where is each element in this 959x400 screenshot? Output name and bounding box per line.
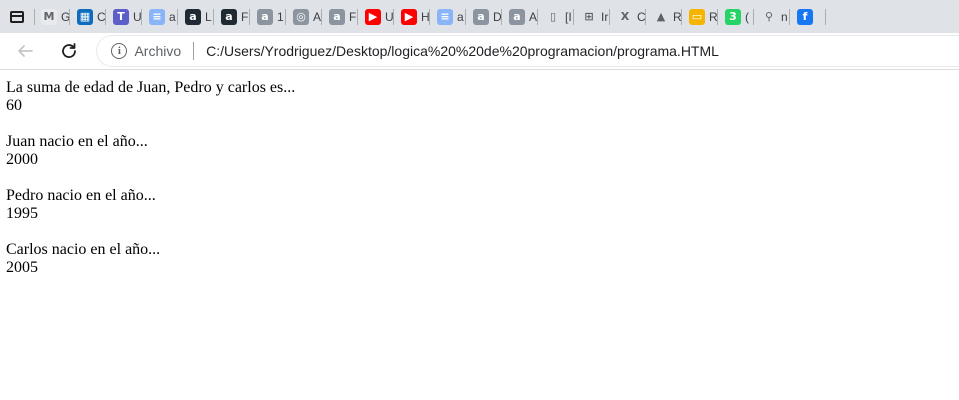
tab-title: a [457,9,464,24]
tab-title: [I [565,9,572,24]
google-slides-icon: ▭ [689,8,705,25]
browser-tab[interactable]: ◎ A [286,0,322,33]
a-letter-icon: a [221,8,237,25]
tab-title: A [529,9,538,24]
sum-value: 60 [6,97,22,114]
address-bar-divider [193,42,195,60]
back-button[interactable] [11,37,39,65]
facebook-icon: f [797,8,813,25]
reload-icon [61,43,76,58]
tab-title: U [133,9,142,24]
info-icon[interactable]: i [111,43,128,59]
browser-tab[interactable]: ▭ R [682,0,718,33]
a-letter-icon: a [257,8,273,25]
a-letter-icon: a [185,8,201,25]
search-icon: ⚲ [761,8,777,25]
tab-title: R [709,9,718,24]
a-letter-icon: a [509,8,525,25]
github-icon: ◎ [293,8,309,25]
browser-tab[interactable]: aD [466,0,502,33]
browser-tab[interactable]: TU [106,0,142,33]
tab-title: U [385,9,394,24]
google-docs-icon: ≡ [149,8,165,25]
tab-title: F [349,9,357,24]
youtube-icon: ▶ [401,8,417,25]
browser-tab[interactable]: ⊞ Ir [574,0,610,33]
google-docs-icon: ≡ [437,8,453,25]
tab-title: a [169,9,176,24]
browser-tab[interactable]: f [790,0,826,33]
result-block-carlos: Carlos nacio en el año... 2005 [6,241,295,277]
tab-title: R [673,9,682,24]
tab-title: ( [745,9,749,24]
whatsapp-icon: 3 [725,8,741,25]
carlos-label: Carlos nacio en el año... [6,241,161,258]
browser-tab[interactable]: ▦ C [70,0,106,33]
tab-title: F [241,9,249,24]
browser-toolbar: i Archivo C:/Users/Yrodriguez/Desktop/lo… [0,33,959,70]
outlook-calendar-icon: ▦ [77,8,93,25]
tab-search-button[interactable] [0,0,34,33]
teams-icon: T [113,8,129,25]
tab-title: D [493,9,502,24]
tab-title: H [421,9,430,24]
youtube-icon: ▶ [365,8,381,25]
address-bar[interactable]: i Archivo C:/Users/Yrodriguez/Desktop/lo… [97,36,959,66]
a-letter-icon: a [473,8,489,25]
browser-tab[interactable]: aL [178,0,214,33]
browser-tab[interactable]: MG [34,0,70,33]
pedro-birth-year: 1995 [6,205,38,222]
tab-list: M G ▦ C T U ≡ a a La Fa 1 ◎ Aa F ▶ U ▶ H ≡ a a Da A ▯ [I ⊞ Ir X C ▲ R ▭ R… [34,0,826,33]
tab-title: n [781,9,788,24]
browser-tab[interactable]: ≡ a [430,0,466,33]
page-icon: ▯ [545,8,561,25]
browser-tab[interactable]: ▶ U [358,0,394,33]
juan-label: Juan nacio en el año... [6,133,148,150]
site-info-chip-label[interactable]: Archivo [134,43,181,59]
url-text[interactable]: C:/Users/Yrodriguez/Desktop/logica%20%20… [206,43,719,59]
result-block-sum: La suma de edad de Juan, Pedro y carlos … [6,79,295,115]
pedro-label: Pedro nacio en el año... [6,187,156,204]
page-content: La suma de edad de Juan, Pedro y carlos … [6,79,295,295]
browser-tab[interactable]: ▲ R [646,0,682,33]
tab-title: Ir [601,9,609,24]
tab-title: L [205,9,212,24]
browser-tab[interactable]: 3( [718,0,754,33]
result-block-pedro: Pedro nacio en el año... 1995 [6,187,295,223]
tab-title: C [97,9,106,24]
tab-title: C [637,9,646,24]
google-drive-icon: ▲ [653,8,669,25]
carlos-birth-year: 2005 [6,259,38,276]
sum-label: La suma de edad de Juan, Pedro y carlos … [6,79,296,96]
browser-tab[interactable]: aF [214,0,250,33]
microsoft-icon: ⊞ [581,8,597,25]
juan-birth-year: 2000 [6,151,38,168]
browser-tab[interactable]: ▯ [I [538,0,574,33]
browser-tab[interactable]: aF [322,0,358,33]
browser-tab[interactable]: aA [502,0,538,33]
result-block-juan: Juan nacio en el año... 2000 [6,133,295,169]
excel-icon: X [617,8,633,25]
tab-strip: M G ▦ C T U ≡ a a La Fa 1 ◎ Aa F ▶ U ▶ H ≡ a a Da A ▯ [I ⊞ Ir X C ▲ R ▭ R… [0,0,959,33]
browser-tab[interactable]: ≡ a [142,0,178,33]
tab-overview-icon [10,10,24,23]
browser-tab[interactable]: XC [610,0,646,33]
tab-title: G [61,9,70,24]
arrow-left-icon [17,45,33,57]
gmail-icon: M [41,8,57,25]
browser-tab[interactable]: ⚲ n [754,0,790,33]
a-letter-icon: a [329,8,345,25]
browser-tab[interactable]: ▶ H [394,0,430,33]
tab-title: 1 [277,9,284,24]
browser-tab[interactable]: a1 [250,0,286,33]
reload-button[interactable] [55,37,83,65]
tab-title: A [313,9,322,24]
